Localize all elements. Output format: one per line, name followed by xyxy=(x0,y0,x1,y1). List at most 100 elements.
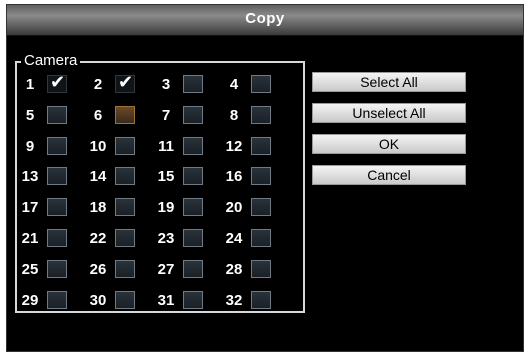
camera-3-cell: 3 xyxy=(153,70,223,100)
camera-22-cell: 22 xyxy=(85,224,155,254)
camera-19-checkbox[interactable] xyxy=(183,198,203,217)
camera-number-label: 25 xyxy=(21,260,39,278)
camera-15-cell: 15 xyxy=(153,162,223,192)
unselect-all-button[interactable]: Unselect All xyxy=(312,103,466,123)
camera-27-cell: 27 xyxy=(153,255,223,285)
camera-number-label: 23 xyxy=(157,230,175,247)
camera-10-checkbox[interactable] xyxy=(115,136,135,155)
camera-32-checkbox[interactable] xyxy=(251,290,271,309)
camera-9-cell: 9 xyxy=(17,132,87,162)
camera-6-cell: 6 xyxy=(85,101,155,131)
camera-19-cell: 19 xyxy=(153,193,223,223)
camera-number-label: 10 xyxy=(89,137,107,155)
camera-29-cell: 29 xyxy=(17,286,87,316)
camera-8-cell: 8 xyxy=(221,101,291,131)
camera-number-label: 31 xyxy=(157,291,175,309)
camera-31-cell: 31 xyxy=(153,286,223,316)
camera-25-cell: 25 xyxy=(17,255,87,285)
camera-30-checkbox[interactable] xyxy=(115,290,135,309)
camera-30-cell: 30 xyxy=(85,286,155,316)
camera-number-label: 9 xyxy=(25,137,35,155)
camera-number-label: 27 xyxy=(157,260,175,278)
camera-18-cell: 18 xyxy=(85,193,155,223)
camera-14-checkbox[interactable] xyxy=(115,167,135,186)
camera-4-cell: 4 xyxy=(221,70,291,100)
camera-31-checkbox[interactable] xyxy=(183,290,203,309)
camera-number-label: 13 xyxy=(21,168,39,186)
camera-number-label: 1 xyxy=(25,76,35,93)
camera-2-cell: 2 ✔ xyxy=(85,70,155,100)
camera-11-checkbox[interactable] xyxy=(183,136,203,155)
camera-number-label: 19 xyxy=(157,199,175,217)
checkmark-icon: ✔ xyxy=(50,72,66,93)
camera-number-label: 22 xyxy=(89,230,107,247)
camera-12-checkbox[interactable] xyxy=(251,136,271,155)
camera-number-label: 24 xyxy=(225,230,243,247)
camera-13-checkbox[interactable] xyxy=(47,167,67,186)
camera-4-checkbox[interactable] xyxy=(251,75,271,93)
camera-number-label: 8 xyxy=(229,106,239,124)
camera-24-checkbox[interactable] xyxy=(251,229,271,247)
camera-number-label: 11 xyxy=(158,137,174,155)
camera-21-checkbox[interactable] xyxy=(47,229,67,247)
camera-21-cell: 21 xyxy=(17,224,87,254)
camera-27-checkbox[interactable] xyxy=(183,259,203,278)
camera-number-label: 16 xyxy=(225,168,243,186)
camera-28-cell: 28 xyxy=(221,255,291,285)
camera-16-cell: 16 xyxy=(221,162,291,192)
camera-23-checkbox[interactable] xyxy=(183,229,203,247)
camera-16-checkbox[interactable] xyxy=(251,167,271,186)
camera-12-cell: 12 xyxy=(221,132,291,162)
camera-15-checkbox[interactable] xyxy=(183,167,203,186)
dialog-title: Copy xyxy=(245,10,285,27)
camera-number-label: 17 xyxy=(21,199,39,217)
camera-7-cell: 7 xyxy=(153,101,223,131)
checkmark-icon: ✔ xyxy=(118,72,134,93)
camera-13-cell: 13 xyxy=(17,162,87,192)
camera-number-label: 18 xyxy=(89,199,107,217)
camera-5-cell: 5 xyxy=(17,101,87,131)
camera-7-checkbox[interactable] xyxy=(183,105,203,124)
camera-17-checkbox[interactable] xyxy=(47,198,67,217)
camera-number-label: 7 xyxy=(161,106,171,124)
camera-number-label: 6 xyxy=(93,106,103,124)
camera-22-checkbox[interactable] xyxy=(115,229,135,247)
camera-2-checkbox[interactable]: ✔ xyxy=(115,72,135,93)
camera-26-checkbox[interactable] xyxy=(115,259,135,278)
camera-1-cell: 1 ✔ xyxy=(17,70,87,100)
cancel-button[interactable]: Cancel xyxy=(312,165,466,185)
camera-number-label: 30 xyxy=(89,291,107,309)
camera-8-checkbox[interactable] xyxy=(251,105,271,124)
camera-20-cell: 20 xyxy=(221,193,291,223)
camera-9-checkbox[interactable] xyxy=(47,136,67,155)
camera-number-label: 20 xyxy=(225,199,243,217)
camera-number-label: 21 xyxy=(21,230,39,247)
camera-24-cell: 24 xyxy=(221,224,291,254)
camera-6-checkbox[interactable] xyxy=(115,105,135,124)
camera-5-checkbox[interactable] xyxy=(47,105,67,124)
camera-28-checkbox[interactable] xyxy=(251,259,271,278)
camera-26-cell: 26 xyxy=(85,255,155,285)
camera-20-checkbox[interactable] xyxy=(251,198,271,217)
camera-14-cell: 14 xyxy=(85,162,155,192)
camera-29-checkbox[interactable] xyxy=(47,290,67,309)
camera-25-checkbox[interactable] xyxy=(47,259,67,278)
camera-number-label: 14 xyxy=(89,168,107,186)
camera-number-label: 5 xyxy=(25,106,35,124)
camera-number-label: 29 xyxy=(21,291,39,309)
camera-1-checkbox[interactable]: ✔ xyxy=(47,72,67,93)
copy-dialog: Copy Camera 1 ✔ 2 ✔ 3 4 5 6 7 8 9 10 11 12 13 14 15 16 17 1… xyxy=(6,4,524,352)
camera-3-checkbox[interactable] xyxy=(183,75,203,93)
camera-10-cell: 10 xyxy=(85,132,155,162)
camera-group-label: Camera xyxy=(21,52,81,70)
camera-11-cell: 11 xyxy=(153,132,223,162)
camera-23-cell: 23 xyxy=(153,224,223,254)
ok-button[interactable]: OK xyxy=(312,134,466,154)
camera-number-label: 3 xyxy=(161,76,171,93)
camera-number-label: 2 xyxy=(93,76,103,93)
camera-number-label: 4 xyxy=(229,76,239,93)
camera-number-label: 15 xyxy=(157,168,175,186)
camera-17-cell: 17 xyxy=(17,193,87,223)
camera-18-checkbox[interactable] xyxy=(115,198,135,217)
select-all-button[interactable]: Select All xyxy=(312,72,466,92)
